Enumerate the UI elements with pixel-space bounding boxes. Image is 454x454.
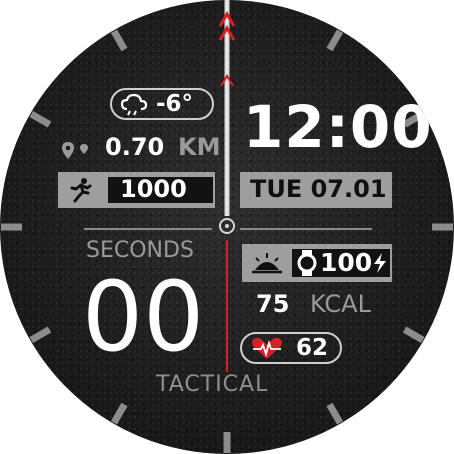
sunrise-icon (252, 253, 282, 274)
divider-left (84, 228, 212, 230)
watch-face: -6° 0.70 KM 1000 12:00 TUE 07.01 SECONDS… (0, 0, 454, 454)
heart-rate-icon (252, 337, 282, 359)
steps-value: 1000 (120, 175, 187, 203)
seconds-value: 00 (82, 261, 205, 373)
running-person-icon (70, 178, 92, 203)
calories-value: 75 (256, 290, 290, 318)
time-display: 12:00 (243, 93, 433, 161)
battery-value: 100 (320, 248, 373, 277)
watch-icon (297, 250, 317, 276)
divider-right (240, 228, 372, 230)
steps-band: 1000 (58, 172, 215, 208)
distance-value: 0.70 (105, 133, 165, 161)
calories-unit: KCAL (310, 290, 371, 318)
date-value: TUE 07.01 (250, 175, 387, 203)
heart-rate-pill: 62 (240, 332, 342, 364)
heart-rate-value: 62 (296, 335, 329, 361)
battery-band: 100 (242, 244, 392, 282)
seconds-label: SECONDS (86, 238, 194, 263)
cloud-rain-icon (120, 93, 148, 116)
map-pin-icon (62, 142, 88, 159)
weather-pill: -6° (110, 88, 214, 120)
lightning-icon (374, 253, 386, 273)
weather-temp: -6° (156, 91, 194, 117)
brand-label: TACTICAL (156, 372, 269, 397)
date-band: TUE 07.01 (240, 172, 392, 208)
distance-unit: KM (178, 133, 221, 161)
